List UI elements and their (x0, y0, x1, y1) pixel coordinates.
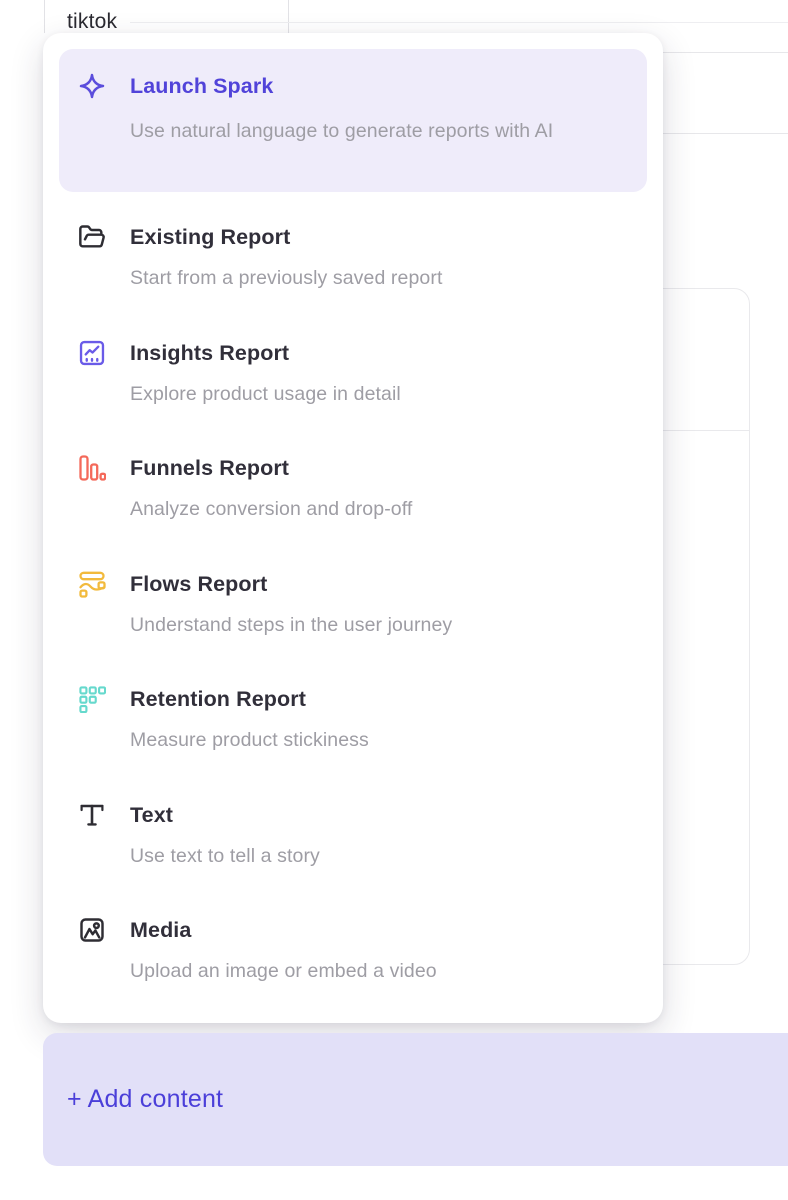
menu-item-title: Text (130, 800, 612, 830)
menu-item-title: Flows Report (130, 569, 612, 599)
menu-item-text[interactable]: Text Use text to tell a story (78, 800, 638, 870)
table-row-border (130, 22, 788, 23)
folder-open-icon (78, 223, 106, 251)
table-column-border (288, 0, 289, 33)
menu-item-insights-report[interactable]: Insights Report Explore product usage in… (78, 338, 638, 408)
menu-item-description: Understand steps in the user journey (130, 611, 612, 639)
menu-item-description: Use natural language to generate reports… (130, 111, 612, 152)
menu-item-funnels-report[interactable]: Funnels Report Analyze conversion and dr… (78, 453, 638, 523)
menu-item-description: Measure product stickiness (130, 726, 612, 754)
menu-item-title: Funnels Report (130, 453, 612, 483)
table-column-border (44, 0, 45, 33)
menu-item-launch-spark[interactable]: Launch Spark Use natural language to gen… (59, 49, 647, 192)
menu-item-retention-report[interactable]: Retention Report Measure product stickin… (78, 684, 638, 754)
menu-item-title: Media (130, 915, 612, 945)
text-serif-icon (78, 801, 106, 829)
menu-item-title: Existing Report (130, 222, 612, 252)
menu-item-flows-report[interactable]: Flows Report Understand steps in the use… (78, 569, 638, 639)
add-content-button[interactable]: + Add content (43, 1033, 788, 1166)
insights-chart-icon (78, 339, 106, 367)
menu-item-description: Use text to tell a story (130, 842, 612, 870)
menu-item-title: Insights Report (130, 338, 612, 368)
menu-item-title: Retention Report (130, 684, 612, 714)
table-row-border (663, 52, 788, 53)
add-content-label: + Add content (43, 1085, 223, 1114)
retention-grid-icon (78, 685, 106, 713)
menu-item-description: Explore product usage in detail (130, 380, 612, 408)
table-row-border (663, 133, 788, 134)
flows-icon (78, 570, 106, 598)
media-image-icon (78, 916, 106, 944)
add-content-menu: Launch Spark Use natural language to gen… (43, 33, 663, 1023)
menu-item-description: Analyze conversion and drop-off (130, 495, 612, 523)
menu-item-media[interactable]: Media Upload an image or embed a video (78, 915, 638, 985)
menu-item-existing-report[interactable]: Existing Report Start from a previously … (78, 222, 638, 292)
spark-icon (78, 72, 106, 100)
menu-item-description: Start from a previously saved report (130, 264, 612, 292)
menu-item-title: Launch Spark (130, 71, 612, 101)
menu-item-description: Upload an image or embed a video (130, 957, 612, 985)
funnels-bars-icon (78, 454, 106, 482)
table-cell-value: tiktok (67, 10, 117, 34)
